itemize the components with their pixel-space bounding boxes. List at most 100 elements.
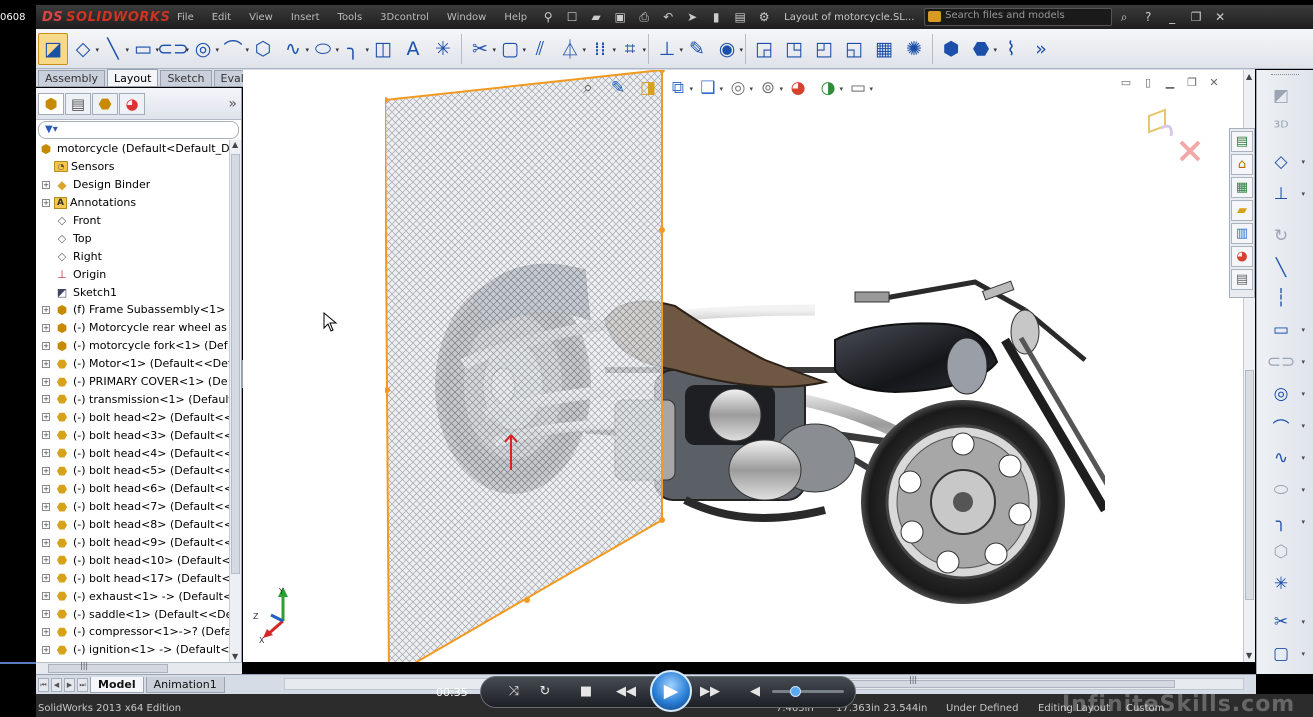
- appearances-tab[interactable]: ◕: [1231, 246, 1253, 267]
- expand-toggle-icon[interactable]: +: [42, 305, 50, 314]
- tree-item[interactable]: + A Annotations: [36, 194, 229, 212]
- tree-filter-input[interactable]: ▼▾: [38, 121, 239, 139]
- hide-show-items-button[interactable]: ⊚ ▾: [753, 76, 783, 100]
- ellipse-side-button[interactable]: ⬭ ▾: [1261, 478, 1305, 502]
- rebuild-icon[interactable]: ▮: [706, 8, 726, 26]
- expand-toggle-icon[interactable]: +: [42, 323, 50, 332]
- design-library-tab[interactable]: ▦: [1231, 177, 1253, 198]
- trim-button[interactable]: ✂ ▾: [465, 33, 496, 65]
- save-icon[interactable]: ▣: [610, 8, 630, 26]
- play-button[interactable]: ▶: [650, 670, 692, 712]
- volume-icon[interactable]: ◀: [745, 683, 765, 701]
- menu-file[interactable]: File: [168, 12, 203, 23]
- tile-horizontal-icon[interactable]: ▭: [1115, 76, 1137, 90]
- circle-button[interactable]: ◎ ▾: [188, 33, 219, 65]
- display-manager-tab[interactable]: ◕: [119, 92, 145, 115]
- expand-toggle-icon[interactable]: +: [42, 520, 50, 529]
- zoom-to-fit-button[interactable]: ⌕: [573, 76, 603, 100]
- tree-item[interactable]: + ⬣ (-) bolt head<10> (Default<: [36, 551, 229, 569]
- smart-dimension-side-button[interactable]: ◇ ▾: [1261, 150, 1305, 174]
- graphics-area[interactable]: ⌕ ✎ ◨ ⧉ ▾ ❑ ▾ ◎ ▾ ⊚ ▾ ◕ ◑ ▾ ▭ ▾ ▭ ▯ ▁ ❐ ✕: [243, 70, 1255, 662]
- scroll-thumb[interactable]: [231, 154, 240, 574]
- offset-button[interactable]: ⫽: [525, 33, 555, 65]
- toolbar-grip[interactable]: [1271, 74, 1299, 77]
- insert-block-button[interactable]: ◰: [809, 33, 839, 65]
- scroll-down-arrow-icon[interactable]: ▼: [232, 652, 238, 661]
- tree-item[interactable]: + ⬣ (-) transmission<1> (Default: [36, 390, 229, 408]
- expand-toggle-icon[interactable]: +: [42, 610, 50, 619]
- convert-side-button[interactable]: ▢ ▾: [1261, 642, 1305, 666]
- tab-model[interactable]: Model: [90, 676, 144, 693]
- tree-item[interactable]: + ⬣ (-) bolt head<8> (Default<<: [36, 516, 229, 534]
- tree-item[interactable]: + ⬢ (f) Frame Subassembly<1> (: [36, 301, 229, 319]
- tree-item[interactable]: + ⬣ (-) bolt head<2> (Default<<: [36, 408, 229, 426]
- tree-item[interactable]: + ⬣ (-) bolt head<6> (Default<<: [36, 480, 229, 498]
- tree-horizontal-scrollbar[interactable]: |||: [36, 661, 242, 674]
- volume-slider[interactable]: [772, 690, 844, 693]
- tree-item[interactable]: + ⬣ (-) bolt head<7> (Default<<: [36, 498, 229, 516]
- tree-item[interactable]: ◇ Right: [36, 247, 229, 265]
- restore-window-icon[interactable]: ❐: [1186, 8, 1206, 26]
- quick-snaps-button[interactable]: ◉ ▾: [712, 33, 743, 65]
- tree-item[interactable]: + ⬣ (-) compressor<1>->? (Defa: [36, 623, 229, 641]
- open-icon[interactable]: ▰: [586, 8, 606, 26]
- relations-side-button[interactable]: ⊥ ▾: [1261, 182, 1305, 206]
- file-properties-icon[interactable]: ▤: [730, 8, 750, 26]
- tab-sketch[interactable]: Sketch: [160, 70, 212, 86]
- expand-toggle-icon[interactable]: +: [42, 431, 50, 440]
- view-settings-button[interactable]: ▭ ▾: [843, 76, 873, 100]
- cancel-x-icon[interactable]: [1179, 140, 1201, 162]
- rectangle-button[interactable]: ▭ ▾: [128, 33, 159, 65]
- menu-tools[interactable]: Tools: [329, 12, 372, 23]
- tree-item[interactable]: + ⬣ (-) PRIMARY COVER<1> (De: [36, 373, 229, 391]
- spline-side-button[interactable]: ∿ ▾: [1261, 446, 1305, 470]
- trim-side-button[interactable]: ✂ ▾: [1261, 610, 1305, 634]
- 3d-sketch-button[interactable]: ³ᴰ: [1261, 116, 1301, 140]
- tree-item[interactable]: ⊥ Origin: [36, 265, 229, 283]
- tree-item[interactable]: + ⬣ (-) bolt head<4> (Default<<: [36, 444, 229, 462]
- layout-edit-button[interactable]: ◪: [38, 32, 68, 65]
- menu-window[interactable]: Window: [438, 12, 495, 23]
- expand-toggle-icon[interactable]: +: [42, 645, 50, 654]
- pin-icon[interactable]: ⚲: [538, 8, 558, 26]
- spline-button[interactable]: ∿ ▾: [278, 33, 309, 65]
- custom-properties-tab[interactable]: ▤: [1231, 269, 1253, 290]
- tree-item[interactable]: + ⬣ (-) ignition<1> -> (Default<: [36, 641, 229, 659]
- scroll-down-arrow-icon[interactable]: ▼: [1246, 651, 1252, 660]
- scroll-up-arrow-icon[interactable]: ▲: [1246, 72, 1252, 81]
- expand-toggle-icon[interactable]: +: [42, 502, 50, 511]
- shuffle-icon[interactable]: ⤨: [504, 683, 524, 701]
- expand-toggle-icon[interactable]: +: [42, 413, 50, 422]
- restore-document-icon[interactable]: ❐: [1181, 76, 1203, 90]
- search-input[interactable]: Search files and models: [924, 8, 1113, 26]
- move-entities-button[interactable]: ⌗ ▾: [615, 33, 646, 65]
- belt-chain-button[interactable]: ⬣ ▾: [966, 33, 997, 65]
- repair-sketch-button[interactable]: ✎: [682, 33, 712, 65]
- section-view-button[interactable]: ⧉ ▾: [663, 76, 693, 100]
- new-icon[interactable]: ☐: [562, 8, 582, 26]
- polygon-side-button[interactable]: ⬡: [1261, 540, 1301, 564]
- tree-root[interactable]: ⬢ motorcycle (Default<Default_D: [36, 140, 229, 158]
- tab-animation1[interactable]: Animation1: [145, 676, 225, 693]
- arc-button[interactable]: ⌒ ▾: [218, 33, 249, 65]
- fillet-side-button[interactable]: ╮ ▾: [1261, 510, 1305, 534]
- circle-side-button[interactable]: ◎ ▾: [1261, 382, 1305, 406]
- plane-button[interactable]: ◫: [368, 33, 398, 65]
- scroll-thumb[interactable]: [48, 664, 168, 673]
- expand-toggle-icon[interactable]: +: [42, 484, 50, 493]
- volume-slider-knob[interactable]: [790, 686, 801, 697]
- feature-tree-tab[interactable]: ⬢: [38, 92, 64, 115]
- select-icon[interactable]: ➤: [682, 8, 702, 26]
- slot-side-button[interactable]: ⊂⊃ ▾: [1261, 350, 1305, 374]
- expand-toggle-icon[interactable]: +: [42, 395, 50, 404]
- make-part-from-block-button[interactable]: ⬢: [936, 33, 966, 65]
- line-side-button[interactable]: ╲: [1261, 256, 1301, 280]
- modify-sketch-button[interactable]: ↻: [1261, 224, 1301, 248]
- tree-item[interactable]: + ⬣ (-) bolt head<3> (Default<<: [36, 426, 229, 444]
- mirror-button[interactable]: ⏃ ▾: [555, 33, 586, 65]
- tab-assembly[interactable]: Assembly: [38, 70, 106, 86]
- linear-pattern-button[interactable]: ⁞⁞ ▾: [585, 33, 616, 65]
- display-style-button[interactable]: ◎ ▾: [723, 76, 753, 100]
- menu-3dcontrol[interactable]: 3Dcontrol: [371, 12, 438, 23]
- tree-item[interactable]: + ⬢ (-) Motorcycle rear wheel as: [36, 319, 229, 337]
